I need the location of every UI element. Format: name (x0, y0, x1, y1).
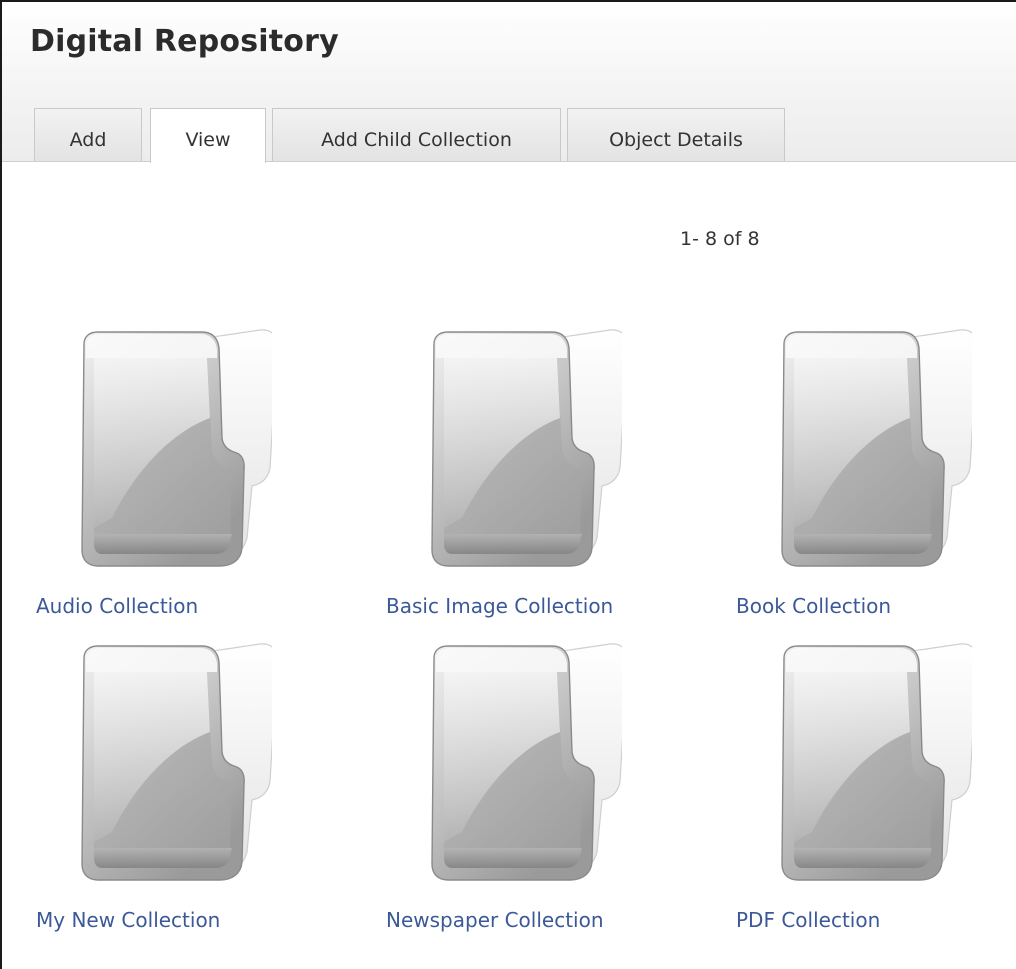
page-frame: Digital Repository Add View Add Child Co… (0, 0, 1016, 969)
collection-link-book[interactable]: Book Collection (736, 594, 891, 618)
collection-item-pdf: PDF Collection (736, 642, 1016, 942)
folder-icon[interactable] (772, 328, 972, 568)
tab-view[interactable]: View (150, 108, 266, 163)
collection-item-basic-image: Basic Image Collection (386, 328, 686, 628)
pager-count: 1- 8 of 8 (680, 228, 760, 250)
collection-item-my-new: My New Collection (36, 642, 336, 942)
tab-add-child-collection[interactable]: Add Child Collection (272, 108, 561, 161)
tab-object-details[interactable]: Object Details (567, 108, 785, 161)
folder-icon[interactable] (772, 642, 972, 882)
folder-icon[interactable] (72, 642, 272, 882)
collection-link-basic-image[interactable]: Basic Image Collection (386, 594, 613, 618)
collection-item-audio: Audio Collection (36, 328, 336, 628)
collection-item-book: Book Collection (736, 328, 1016, 628)
collection-link-audio[interactable]: Audio Collection (36, 594, 198, 618)
page-title: Digital Repository (30, 24, 339, 59)
collection-link-my-new[interactable]: My New Collection (36, 908, 220, 932)
page-header: Digital Repository Add View Add Child Co… (2, 2, 1016, 163)
collection-link-newspaper[interactable]: Newspaper Collection (386, 908, 604, 932)
folder-icon[interactable] (72, 328, 272, 568)
folder-icon[interactable] (422, 642, 622, 882)
collection-link-pdf[interactable]: PDF Collection (736, 908, 880, 932)
tab-add[interactable]: Add (34, 108, 142, 161)
folder-icon[interactable] (422, 328, 622, 568)
collection-item-newspaper: Newspaper Collection (386, 642, 686, 942)
